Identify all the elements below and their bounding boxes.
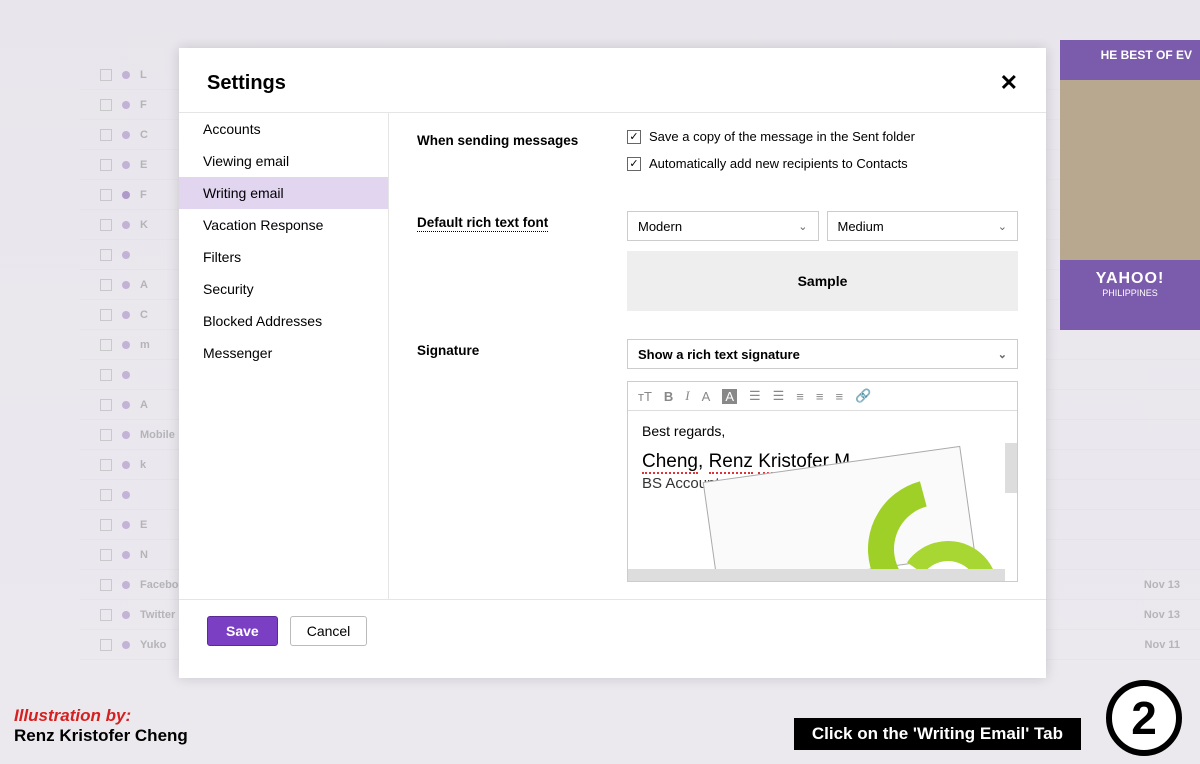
ad-headline: HE BEST OF EV xyxy=(1060,40,1200,70)
modal-header: Settings ✕ xyxy=(179,48,1046,112)
sidebar-item-writing[interactable]: Writing email xyxy=(179,177,388,209)
italic-icon[interactable]: I xyxy=(685,388,689,404)
chevron-down-icon: ⌄ xyxy=(798,220,807,233)
textcolor-icon[interactable]: A xyxy=(702,389,711,404)
instruction-callout: Click on the 'Writing Email' Tab xyxy=(794,718,1081,750)
cancel-button[interactable]: Cancel xyxy=(290,616,368,646)
font-family-value: Modern xyxy=(638,219,682,234)
textsize-icon[interactable]: тT xyxy=(638,389,652,404)
sidebar-item-security[interactable]: Security xyxy=(179,273,388,305)
editor-toolbar: тT B I A A ☰ ☰ ≡ ≡ ≡ 🔗 xyxy=(628,382,1017,411)
modal-footer: Save Cancel xyxy=(179,600,1046,662)
auto-contacts-label: Automatically add new recipients to Cont… xyxy=(649,156,908,171)
sidebar-item-accounts[interactable]: Accounts xyxy=(179,113,388,145)
ad-image xyxy=(1060,80,1200,260)
sidebar-item-viewing[interactable]: Viewing email xyxy=(179,145,388,177)
checkbox-icon: ✓ xyxy=(627,130,641,144)
link-icon[interactable]: 🔗 xyxy=(855,388,871,404)
font-family-select[interactable]: Modern ⌄ xyxy=(627,211,819,241)
indent-icon[interactable]: ≡ xyxy=(796,389,804,404)
signature-mode-value: Show a rich text signature xyxy=(638,347,800,362)
settings-sidebar: Accounts Viewing email Writing email Vac… xyxy=(179,113,388,599)
signature-mode-select[interactable]: Show a rich text signature ⌄ xyxy=(627,339,1018,369)
font-size-value: Medium xyxy=(838,219,884,234)
font-label: Default rich text font xyxy=(417,211,627,230)
signature-label: Signature xyxy=(417,339,627,358)
auto-contacts-checkbox[interactable]: ✓ Automatically add new recipients to Con… xyxy=(627,156,1018,171)
font-size-select[interactable]: Medium ⌄ xyxy=(827,211,1019,241)
sidebar-item-messenger[interactable]: Messenger xyxy=(179,337,388,369)
sidebar-item-vacation[interactable]: Vacation Response xyxy=(179,209,388,241)
chevron-down-icon: ⌄ xyxy=(998,220,1007,233)
illustration-credit: Illustration by: Renz Kristofer Cheng xyxy=(14,706,188,746)
font-sample: Sample xyxy=(627,251,1018,311)
sidebar-item-blocked[interactable]: Blocked Addresses xyxy=(179,305,388,337)
chevron-down-icon: ⌄ xyxy=(998,348,1007,361)
ad-region: PHILIPPINES xyxy=(1060,288,1200,298)
sidebar-item-filters[interactable]: Filters xyxy=(179,241,388,273)
save-sent-checkbox[interactable]: ✓ Save a copy of the message in the Sent … xyxy=(627,129,1018,144)
editor-body[interactable]: Best regards, Cheng, Renz Kristofer M. B… xyxy=(628,411,1017,581)
align-icon[interactable]: ≡ xyxy=(816,389,824,404)
checkbox-icon: ✓ xyxy=(627,157,641,171)
sending-label: When sending messages xyxy=(417,129,627,148)
signature-editor: тT B I A A ☰ ☰ ≡ ≡ ≡ 🔗 xyxy=(627,381,1018,582)
save-button[interactable]: Save xyxy=(207,616,278,646)
outdent-icon[interactable]: ≡ xyxy=(835,389,843,404)
step-badge: 2 xyxy=(1106,680,1182,756)
ad-banner: HE BEST OF EV YAHOO! PHILIPPINES xyxy=(1060,40,1200,330)
close-icon[interactable]: ✕ xyxy=(1000,70,1018,96)
settings-content: When sending messages ✓ Save a copy of th… xyxy=(388,113,1046,599)
save-sent-label: Save a copy of the message in the Sent f… xyxy=(649,129,915,144)
signature-greeting: Best regards, xyxy=(642,423,1003,439)
vertical-scrollbar[interactable] xyxy=(1005,443,1017,569)
modal-title: Settings xyxy=(207,72,286,95)
numberlist-icon[interactable]: ☰ xyxy=(773,388,785,404)
bulletlist-icon[interactable]: ☰ xyxy=(749,388,761,404)
modal-body: Accounts Viewing email Writing email Vac… xyxy=(179,112,1046,600)
settings-modal: Settings ✕ Accounts Viewing email Writin… xyxy=(179,48,1046,678)
horizontal-scrollbar[interactable] xyxy=(628,569,1005,581)
ad-logo: YAHOO! xyxy=(1060,270,1200,288)
highlight-icon[interactable]: A xyxy=(722,389,737,404)
illus-by: Illustration by: xyxy=(14,706,188,726)
bold-icon[interactable]: B xyxy=(664,389,673,404)
illus-name: Renz Kristofer Cheng xyxy=(14,726,188,746)
